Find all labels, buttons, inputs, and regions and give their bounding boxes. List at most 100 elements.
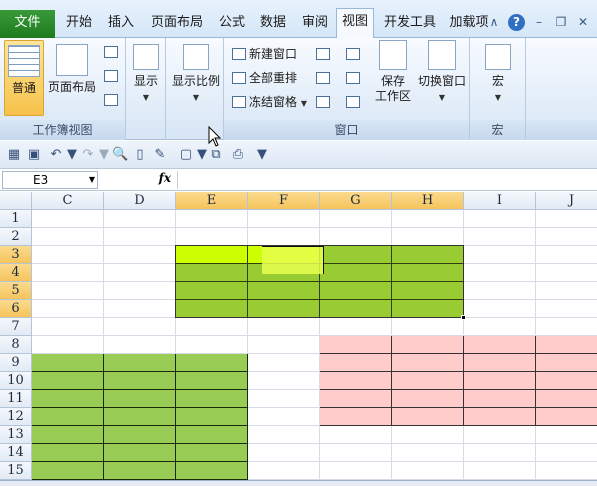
row-header-1[interactable]: 1 [0, 210, 32, 228]
new-document-icon[interactable]: ▯ [132, 147, 148, 163]
cell-h7[interactable] [392, 318, 464, 336]
cell-g3[interactable] [320, 246, 392, 264]
cell-j12[interactable] [536, 408, 597, 426]
column-header-e[interactable]: E [176, 192, 248, 210]
cell-c12[interactable] [32, 408, 104, 426]
row-header-3[interactable]: 3 [0, 246, 32, 264]
cell-d9[interactable] [104, 354, 176, 372]
row-header-9[interactable]: 9 [0, 354, 32, 372]
cell-c10[interactable] [32, 372, 104, 390]
cell-c8[interactable] [32, 336, 104, 354]
cell-j14[interactable] [536, 444, 597, 462]
cell-f11[interactable] [248, 390, 320, 408]
row-header-15[interactable]: 15 [0, 462, 32, 480]
cell-f2[interactable] [248, 228, 320, 246]
select-all-corner[interactable] [0, 192, 32, 210]
cell-j7[interactable] [536, 318, 597, 336]
cell-d6[interactable] [104, 300, 176, 318]
collapse-ribbon-icon[interactable]: ∧ [486, 14, 502, 30]
cell-f6[interactable] [248, 300, 320, 318]
cell-i11[interactable] [464, 390, 536, 408]
arrange-all-button[interactable]: 全部重排 [232, 68, 297, 88]
cell-d7[interactable] [104, 318, 176, 336]
tab-page-layout[interactable]: 页面布局 [145, 10, 209, 38]
row-header-10[interactable]: 10 [0, 372, 32, 390]
cell-e10[interactable] [176, 372, 248, 390]
redo-dropdown-icon[interactable]: ▼ [96, 147, 112, 163]
reset-window-position-icon[interactable] [346, 96, 360, 108]
cell-h6[interactable] [392, 300, 464, 318]
cell-f8[interactable] [248, 336, 320, 354]
cell-i2[interactable] [464, 228, 536, 246]
column-header-f[interactable]: F [248, 192, 320, 210]
cell-e13[interactable] [176, 426, 248, 444]
cell-c5[interactable] [32, 282, 104, 300]
cell-c1[interactable] [32, 210, 104, 228]
cell-d1[interactable] [104, 210, 176, 228]
customize-qat-icon[interactable]: ▼ [254, 147, 270, 163]
column-header-g[interactable]: G [320, 192, 392, 210]
cell-j5[interactable] [536, 282, 597, 300]
zoom-button[interactable]: 显示比例 ▼ [170, 44, 222, 116]
cell-c6[interactable] [32, 300, 104, 318]
cell-h3[interactable] [392, 246, 464, 264]
cell-j1[interactable] [536, 210, 597, 228]
format-painter-icon[interactable]: ✎ [152, 147, 168, 163]
redo-icon[interactable]: ↷ [80, 147, 96, 163]
cell-e4[interactable] [176, 264, 248, 282]
cell-i15[interactable] [464, 462, 536, 480]
undo-dropdown-icon[interactable]: ▼ [64, 147, 80, 163]
sheet-tab-strip[interactable] [0, 480, 597, 486]
name-box[interactable]: E3 ▼ [2, 171, 98, 189]
cell-h11[interactable] [392, 390, 464, 408]
cell-j2[interactable] [536, 228, 597, 246]
cell-e7[interactable] [176, 318, 248, 336]
cell-i6[interactable] [464, 300, 536, 318]
cell-e14[interactable] [176, 444, 248, 462]
cell-i3[interactable] [464, 246, 536, 264]
cell-h4[interactable] [392, 264, 464, 282]
save-icon[interactable]: ▣ [26, 147, 42, 163]
cell-c3[interactable] [32, 246, 104, 264]
cell-h15[interactable] [392, 462, 464, 480]
column-header-c[interactable]: C [32, 192, 104, 210]
cell-d4[interactable] [104, 264, 176, 282]
page-layout-view-button[interactable]: 页面布局 [46, 44, 98, 116]
cell-e5[interactable] [176, 282, 248, 300]
cell-e1[interactable] [176, 210, 248, 228]
cell-c14[interactable] [32, 444, 104, 462]
cell-f9[interactable] [248, 354, 320, 372]
cell-d10[interactable] [104, 372, 176, 390]
cell-g4[interactable] [320, 264, 392, 282]
close-icon[interactable]: ✕ [575, 14, 591, 30]
minimize-icon[interactable]: – [531, 14, 547, 30]
row-header-11[interactable]: 11 [0, 390, 32, 408]
cell-i10[interactable] [464, 372, 536, 390]
cell-g12[interactable] [320, 408, 392, 426]
tab-home[interactable]: 开始 [60, 10, 98, 38]
copy-icon[interactable]: ⧉ [208, 147, 224, 163]
cell-j4[interactable] [536, 264, 597, 282]
cell-h2[interactable] [392, 228, 464, 246]
cell-h1[interactable] [392, 210, 464, 228]
cell-f12[interactable] [248, 408, 320, 426]
cell-c7[interactable] [32, 318, 104, 336]
row-header-8[interactable]: 8 [0, 336, 32, 354]
tab-developer[interactable]: 开发工具 [380, 10, 440, 38]
cell-g7[interactable] [320, 318, 392, 336]
cell-e15[interactable] [176, 462, 248, 480]
cell-g5[interactable] [320, 282, 392, 300]
save-workspace-button[interactable]: 保存 工作区 [372, 40, 414, 116]
page-break-preview-icon[interactable] [104, 46, 118, 58]
cell-e12[interactable] [176, 408, 248, 426]
cell-j9[interactable] [536, 354, 597, 372]
cell-g9[interactable] [320, 354, 392, 372]
cell-i14[interactable] [464, 444, 536, 462]
cell-d5[interactable] [104, 282, 176, 300]
cell-c11[interactable] [32, 390, 104, 408]
synchronous-scrolling-icon[interactable] [346, 72, 360, 84]
cell-e2[interactable] [176, 228, 248, 246]
cell-e9[interactable] [176, 354, 248, 372]
custom-views-icon[interactable] [104, 70, 118, 82]
tab-file[interactable]: 文件 [0, 10, 55, 38]
